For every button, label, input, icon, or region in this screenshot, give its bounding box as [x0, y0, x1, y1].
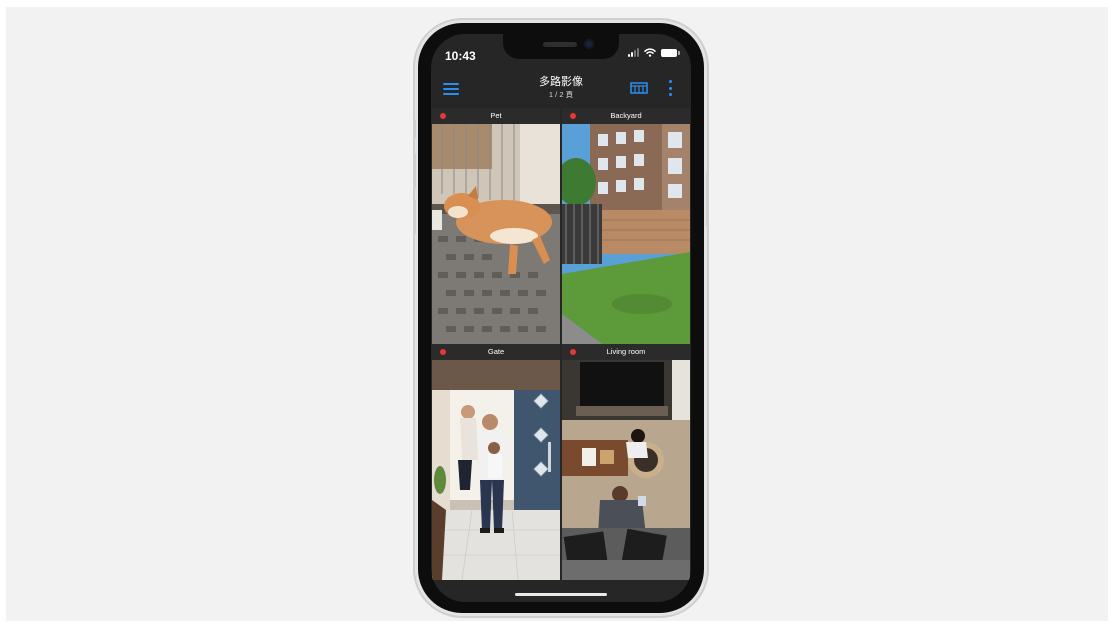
menu-button[interactable] — [443, 81, 459, 97]
backyard-camera-feed — [562, 124, 690, 344]
status-icons — [628, 48, 680, 57]
cellular-signal-icon — [628, 48, 639, 57]
camera-grid: Pet Backyard Gate Living room — [432, 108, 690, 580]
more-vertical-icon — [668, 80, 672, 96]
camera-header: Living room — [562, 344, 690, 360]
recording-indicator — [440, 113, 446, 119]
camera-tile-living-room[interactable]: Living room — [562, 344, 690, 580]
camera-tile-backyard[interactable]: Backyard — [562, 108, 690, 344]
status-time: 10:43 — [445, 49, 476, 63]
pet-camera-feed — [432, 124, 560, 344]
page-indicator: 1 / 2 頁 — [548, 90, 574, 99]
recording-indicator — [440, 349, 446, 355]
recording-indicator — [570, 349, 576, 355]
power-button — [706, 171, 709, 227]
notch — [503, 34, 619, 59]
app-bar: 多路影像 1 / 2 頁 — [431, 74, 691, 108]
mute-switch — [413, 119, 416, 139]
camera-tile-gate[interactable]: Gate — [432, 344, 560, 580]
hamburger-menu-icon — [443, 83, 459, 95]
front-camera — [584, 39, 594, 49]
home-indicator — [515, 593, 607, 596]
camera-header: Pet — [432, 108, 560, 124]
camera-header: Backyard — [562, 108, 690, 124]
title-block: 多路影像 1 / 2 頁 — [491, 75, 631, 100]
page-title: 多路影像 — [539, 76, 583, 88]
phone-frame: 10:43 多路影像 1 / 2 頁 Pet Backyard Gate Liv… — [413, 23, 709, 613]
camera-name: Backyard — [610, 111, 642, 120]
speaker-grille — [543, 42, 577, 47]
volume-up-button — [413, 153, 416, 189]
camera-tile-pet[interactable]: Pet — [432, 108, 560, 344]
camera-name: Living room — [606, 347, 646, 356]
camera-name: Gate — [487, 347, 505, 356]
wifi-icon — [644, 48, 656, 57]
battery-icon — [661, 48, 680, 57]
camera-header: Gate — [432, 344, 560, 360]
layout-button[interactable] — [630, 81, 648, 94]
living-room-camera-feed — [562, 360, 690, 580]
recording-indicator — [570, 113, 576, 119]
volume-down-button — [413, 199, 416, 235]
grid-layout-icon — [630, 82, 648, 94]
camera-name: Pet — [490, 111, 502, 120]
gate-camera-feed — [432, 360, 560, 580]
more-button[interactable] — [667, 80, 673, 96]
phone-screen: 10:43 多路影像 1 / 2 頁 Pet Backyard Gate Liv… — [431, 34, 691, 602]
